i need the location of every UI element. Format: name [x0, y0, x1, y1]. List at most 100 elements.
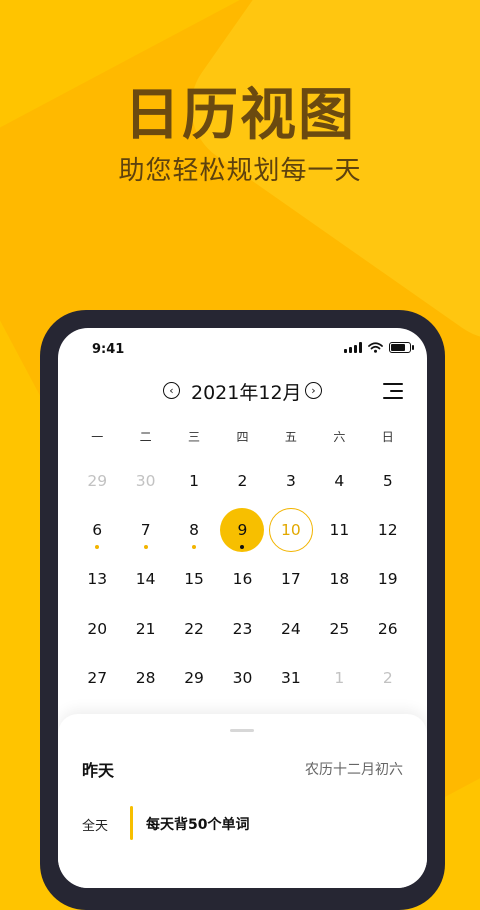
day-cell[interactable]: 20 [73, 604, 121, 653]
day-number: 27 [87, 668, 108, 687]
lunar-date: 农历十二月初六 [305, 762, 403, 778]
month-title[interactable]: 2021年12月 [191, 378, 302, 405]
event-dot [240, 544, 245, 549]
event-dot [95, 544, 100, 549]
weekday-label: 五 [284, 430, 297, 444]
day-cell[interactable]: 12 [364, 505, 412, 554]
day-cell[interactable]: 27 [73, 653, 121, 702]
prev-month-button[interactable]: ‹ [163, 382, 180, 399]
day-cell[interactable]: 3 [267, 456, 315, 505]
day-number: 2 [237, 471, 248, 490]
day-cell[interactable]: 4 [315, 456, 363, 505]
calendar-header: ‹ 2021年12月 › [58, 378, 427, 406]
day-number: 24 [281, 619, 301, 638]
day-cell[interactable]: 1 [315, 653, 363, 702]
day-number: 8 [189, 520, 199, 539]
event-accent-bar [130, 806, 133, 840]
day-detail-sheet[interactable]: 昨天 农历十二月初六 全天 每天背50个单词 [58, 714, 427, 888]
phone-screen: 9:41 ‹ 2021年12月 › 一二三四五六日 29 30 1 2 3 4 5 6 7 8 9 1… [58, 328, 427, 888]
weekday-label: 四 [236, 430, 249, 444]
day-number: 1 [334, 668, 345, 687]
calendar-grid: 29 30 1 2 3 4 5 6 7 8 9 10 11 12 13 14 15 16 17 18 19 20 21 22 2… [73, 456, 412, 702]
wifi-icon [368, 342, 383, 353]
day-cell[interactable]: 19 [364, 555, 412, 604]
day-cell[interactable]: 8 [170, 505, 218, 554]
headline: 日历视图 [124, 83, 356, 148]
day-number: 3 [285, 471, 296, 490]
day-number: 28 [135, 668, 156, 687]
weekday-label: 二 [139, 430, 152, 444]
day-number: 9 [237, 520, 248, 539]
battery-icon [389, 342, 414, 353]
event-dot [143, 544, 148, 549]
day-cell[interactable]: 29 [73, 456, 121, 505]
day-number: 22 [184, 619, 204, 638]
weekday-label: 日 [381, 430, 394, 444]
day-cell[interactable]: 24 [267, 604, 315, 653]
day-number: 2 [382, 668, 393, 687]
day-number: 17 [281, 570, 301, 589]
signal-icon [344, 342, 362, 353]
day-cell[interactable]: 22 [170, 604, 218, 653]
day-cell[interactable]: 31 [267, 653, 315, 702]
day-number: 6 [92, 520, 103, 539]
day-number: 16 [232, 570, 253, 589]
day-number: 30 [232, 668, 253, 687]
day-number: 29 [184, 668, 204, 687]
day-number: 12 [377, 520, 398, 539]
day-cell[interactable]: 16 [218, 555, 266, 604]
day-cell[interactable]: 30 [121, 456, 169, 505]
day-number: 7 [140, 520, 151, 539]
day-cell[interactable]: 5 [364, 456, 412, 505]
sheet-handle[interactable] [230, 729, 254, 732]
weekday-label: 三 [188, 430, 201, 444]
day-cell[interactable]: 14 [121, 555, 169, 604]
day-cell[interactable]: 2 [364, 653, 412, 702]
day-cell[interactable]: 29 [170, 653, 218, 702]
day-cell[interactable]: 23 [218, 604, 266, 653]
day-cell[interactable]: 15 [170, 555, 218, 604]
status-time: 9:41 [92, 342, 125, 357]
day-number: 29 [87, 471, 108, 490]
day-number: 18 [329, 570, 350, 589]
day-cell[interactable]: 21 [121, 604, 169, 653]
day-number: 4 [334, 471, 345, 490]
weekday-label: 六 [333, 430, 346, 444]
day-cell[interactable]: 28 [121, 653, 169, 702]
day-cell[interactable]: 1 [170, 456, 218, 505]
day-cell[interactable]: 11 [315, 505, 363, 554]
day-number: 25 [329, 619, 350, 638]
day-cell[interactable]: 25 [315, 604, 363, 653]
weekday-header: 一二三四五六日 [73, 428, 412, 445]
status-bar: 9:41 [58, 340, 427, 360]
event-dot [192, 544, 197, 549]
event-time: 全天 [82, 819, 109, 834]
day-cell[interactable]: 13 [73, 555, 121, 604]
day-cell[interactable]: 18 [315, 555, 363, 604]
day-number: 30 [135, 471, 156, 490]
next-month-button[interactable]: › [305, 382, 322, 399]
day-number: 19 [377, 570, 398, 589]
day-number: 20 [87, 619, 108, 638]
day-cell[interactable]: 26 [364, 604, 412, 653]
day-cell[interactable]: 6 [73, 505, 121, 554]
menu-icon[interactable] [383, 382, 403, 400]
day-cell-today[interactable]: 10 [267, 505, 315, 554]
day-number: 31 [281, 668, 301, 687]
day-cell[interactable]: 2 [218, 456, 266, 505]
day-number: 21 [135, 619, 156, 638]
weekday-label: 一 [91, 430, 104, 444]
day-number: 5 [382, 471, 393, 490]
day-cell[interactable]: 7 [121, 505, 169, 554]
day-title: 昨天 [82, 761, 115, 780]
day-number: 14 [135, 570, 156, 589]
day-number: 10 [281, 520, 301, 539]
subheadline: 助您轻松规划每一天 [118, 156, 362, 186]
day-number: 15 [184, 570, 204, 589]
event-title[interactable]: 每天背50个单词 [146, 814, 249, 834]
day-number: 1 [189, 471, 199, 490]
day-cell[interactable]: 17 [267, 555, 315, 604]
day-cell[interactable]: 30 [218, 653, 266, 702]
day-cell-selected[interactable]: 9 [218, 505, 266, 554]
day-number: 11 [329, 520, 350, 539]
